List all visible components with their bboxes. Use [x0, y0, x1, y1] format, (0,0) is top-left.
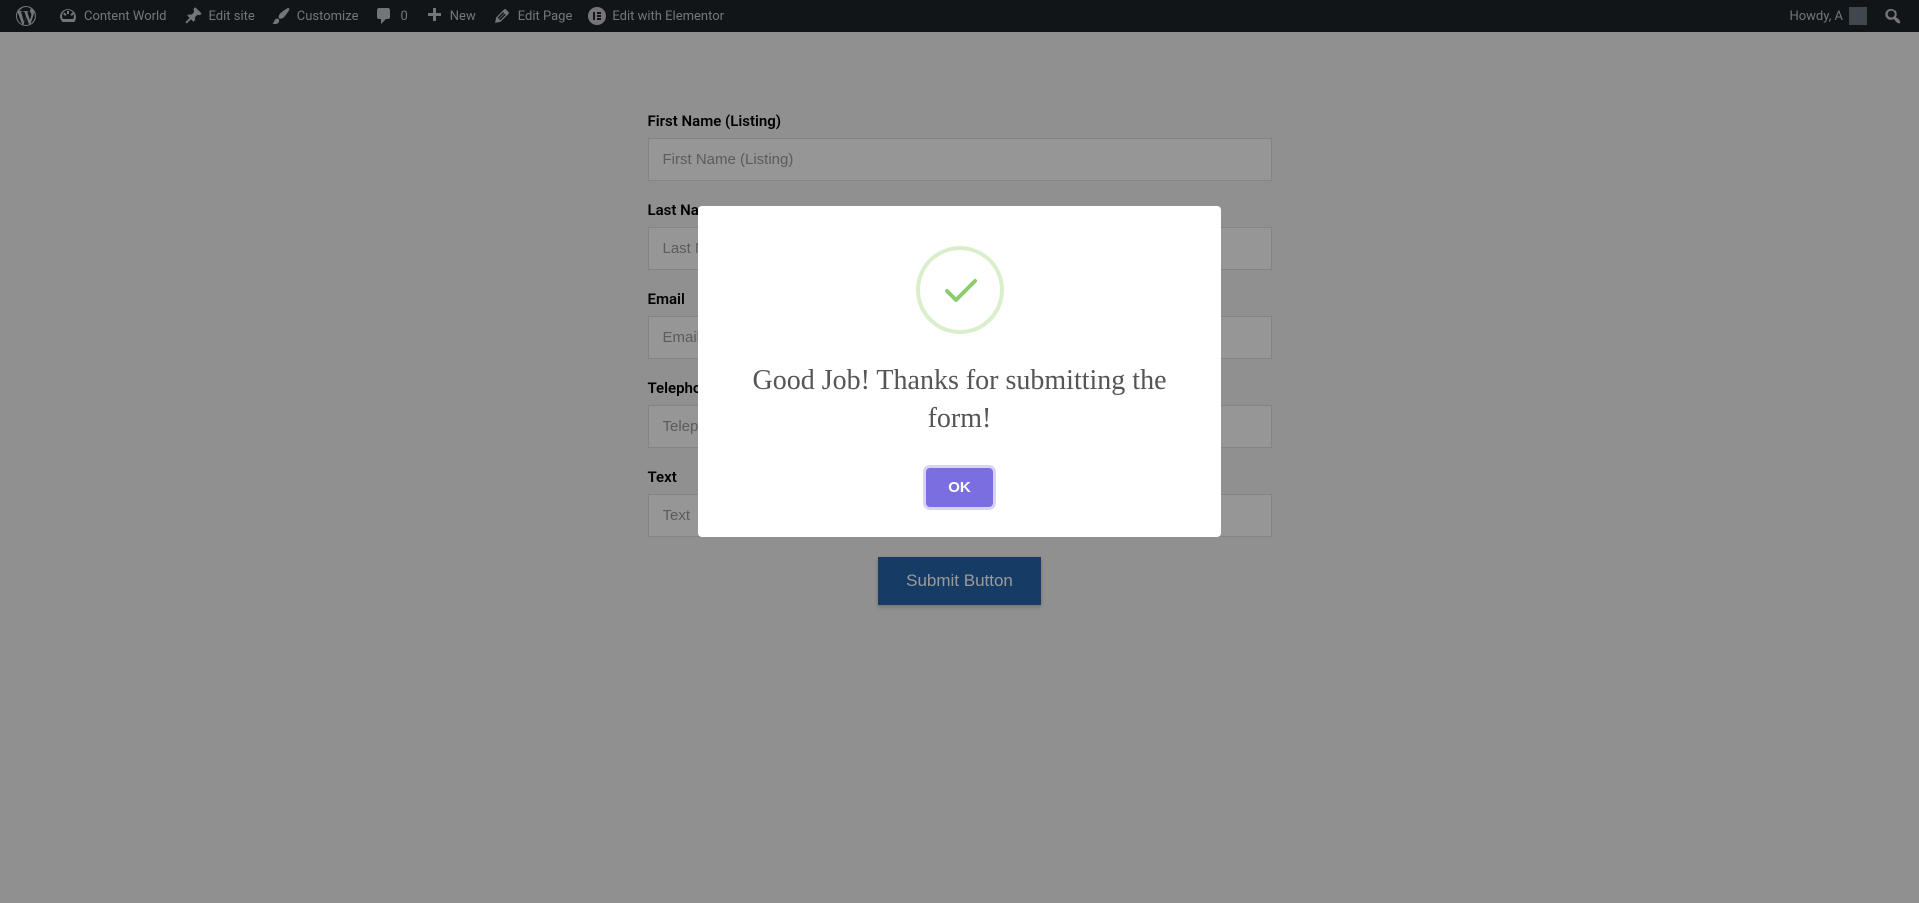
modal-title: Good Job! Thanks for submitting the form…: [728, 362, 1191, 438]
ok-button[interactable]: OK: [926, 468, 993, 507]
success-modal: Good Job! Thanks for submitting the form…: [698, 206, 1221, 537]
success-check-icon: [916, 246, 1004, 334]
modal-overlay[interactable]: Good Job! Thanks for submitting the form…: [0, 0, 1919, 903]
